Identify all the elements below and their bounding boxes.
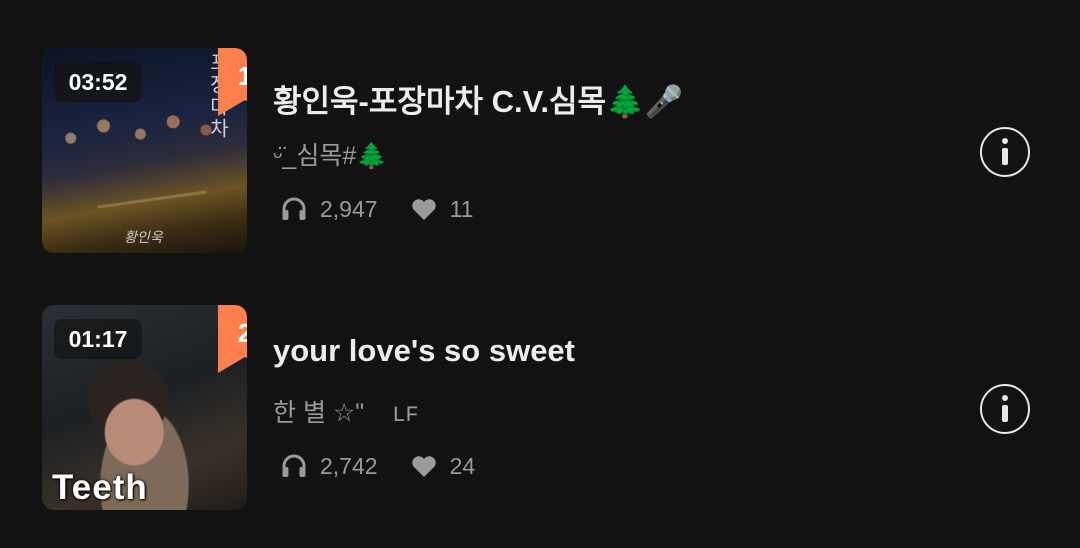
- rank-number: 1: [237, 61, 247, 91]
- play-count: 2,947: [320, 195, 378, 222]
- track-item[interactable]: 01:17 Teeth 2 your love's so sweet 한 별 ☆…: [0, 305, 1080, 511]
- headphones-icon: [280, 195, 308, 223]
- cover-signature-text: 황인욱: [124, 230, 163, 246]
- artist-extra: LF: [392, 403, 419, 428]
- duration-badge: 03:52: [54, 62, 142, 102]
- play-count: 2,742: [320, 452, 378, 479]
- rank-badge: 1: [218, 48, 247, 116]
- track-artist[interactable]: 한 별 ☆" LF: [273, 393, 419, 429]
- like-count: 24: [449, 452, 476, 479]
- info-button[interactable]: [980, 384, 1030, 434]
- info-icon: [1002, 138, 1008, 144]
- artist-name: 한 별 ☆": [273, 399, 365, 427]
- track-list: 포장마차 황인욱 03:52 1 황인욱-포장마차 C.V.심목🌲🎤 ᵕ̈_심목…: [0, 0, 1080, 548]
- like-count: 11: [449, 195, 474, 222]
- track-title[interactable]: 황인욱-포장마차 C.V.심목🌲🎤: [273, 76, 683, 121]
- info-button[interactable]: [980, 127, 1030, 177]
- artist-name: ᵕ̈_심목#🌲: [273, 142, 388, 170]
- heart-icon[interactable]: [410, 195, 438, 223]
- rank-badge: 2: [218, 305, 247, 373]
- album-cover[interactable]: 포장마차 황인욱 03:52 1: [42, 48, 247, 253]
- cover-caption-text: Teeth: [52, 468, 148, 507]
- track-artist[interactable]: ᵕ̈_심목#🌲: [273, 136, 415, 172]
- track-stats: 2,742 24: [280, 451, 475, 481]
- track-title[interactable]: your love's so sweet: [273, 333, 575, 369]
- track-stats: 2,947 11: [280, 194, 473, 224]
- info-icon: [1002, 395, 1008, 401]
- headphones-icon: [280, 452, 308, 480]
- cover-street-light: [97, 190, 207, 209]
- rank-number: 2: [237, 318, 247, 348]
- heart-icon[interactable]: [410, 452, 438, 480]
- duration-badge: 01:17: [54, 319, 142, 359]
- track-item[interactable]: 포장마차 황인욱 03:52 1 황인욱-포장마차 C.V.심목🌲🎤 ᵕ̈_심목…: [0, 48, 1080, 254]
- album-cover[interactable]: 01:17 Teeth 2: [42, 305, 247, 510]
